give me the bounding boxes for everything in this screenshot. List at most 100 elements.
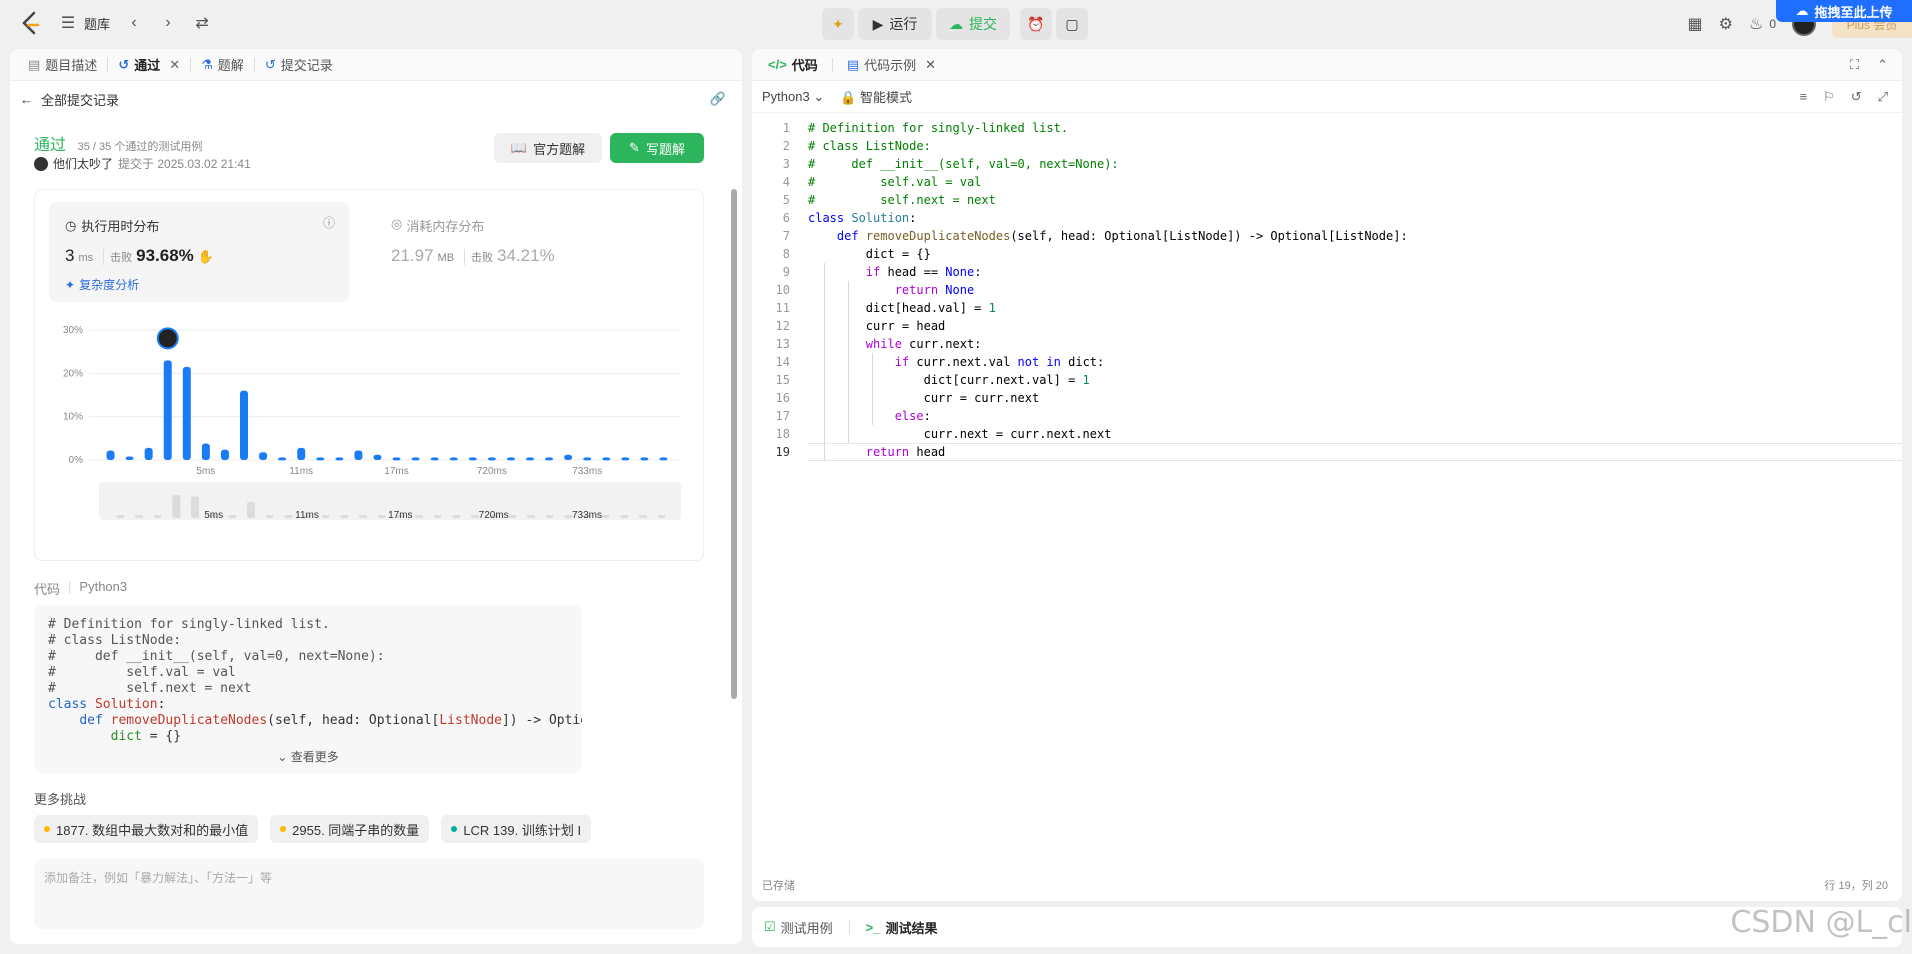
- chart-bar[interactable]: [220, 449, 229, 460]
- challenge-chip[interactable]: 1877. 数组中最大数对和的最小值: [34, 815, 259, 843]
- note-input[interactable]: 添加备注，例如「暴力解法」、「方法一」等: [34, 859, 704, 929]
- tab-code-example[interactable]: ▤ 代码示例 ✕: [841, 49, 942, 81]
- link-icon[interactable]: 🔗: [710, 91, 726, 107]
- chart-bar[interactable]: [125, 456, 134, 460]
- chart-bar[interactable]: [545, 457, 554, 461]
- memory-title-row[interactable]: ◎ 消耗内存分布: [391, 216, 484, 235]
- challenge-chip[interactable]: LCR 139. 训练计划 I: [441, 815, 592, 843]
- overview-bar: [340, 515, 349, 518]
- tab-accepted-label: 通过: [134, 58, 161, 73]
- arrow-left-icon[interactable]: ←: [20, 92, 33, 107]
- y-tick-label: 0%: [69, 455, 84, 466]
- smart-mode-toggle[interactable]: 🔒 智能模式: [840, 87, 912, 106]
- tab-test-result[interactable]: >_ 测试结果: [866, 918, 938, 937]
- overview-bar: [527, 515, 535, 518]
- code-editor[interactable]: 1 # Definition for singly-linked list. 2 #…: [752, 119, 1902, 839]
- fullscreen-icon[interactable]: ⛶: [1850, 57, 1859, 73]
- difficulty-dot: [280, 826, 287, 832]
- chart-bar[interactable]: [373, 454, 382, 460]
- memory-icon: ◎: [391, 216, 403, 231]
- chart-bar[interactable]: [602, 457, 611, 461]
- see-more-button[interactable]: ⌄ 查看更多: [34, 749, 582, 765]
- chart-bar[interactable]: [583, 457, 592, 461]
- chart-bar[interactable]: [468, 457, 477, 461]
- avatar[interactable]: [34, 156, 48, 171]
- chart-bar[interactable]: [182, 366, 191, 460]
- chart-bar[interactable]: [621, 457, 630, 461]
- problem-bank-button[interactable]: ☰ 题库: [58, 13, 110, 33]
- chart-bar[interactable]: [564, 454, 573, 460]
- chart-bar[interactable]: [449, 457, 458, 461]
- format-icon[interactable]: ≡: [1799, 89, 1807, 105]
- code-label-row: 代码 | Python3: [34, 579, 127, 598]
- doc-icon: ▤: [28, 56, 41, 72]
- code-line: 13 while curr.next:: [775, 337, 982, 351]
- collapse-icon[interactable]: ⌃: [1877, 57, 1888, 73]
- debug-button[interactable]: ✦: [822, 8, 854, 40]
- y-tick-label: 30%: [63, 325, 83, 336]
- chart-bar[interactable]: [487, 457, 496, 461]
- tab-testcase[interactable]: ☑ 测试用例: [764, 918, 833, 937]
- next-problem-icon[interactable]: ›: [158, 14, 178, 32]
- code-preview[interactable]: # Definition for singly-linked list. # c…: [34, 605, 582, 773]
- bookmark-icon[interactable]: ⚐: [1823, 89, 1835, 105]
- fire-icon[interactable]: ♨ 0: [1749, 14, 1776, 34]
- chart-bar[interactable]: [640, 457, 649, 461]
- reset-icon[interactable]: ↺: [1851, 89, 1862, 105]
- submit-label: 提交: [969, 16, 997, 32]
- runtime-chart[interactable]: 30% 20% 10% 0% 5ms 11ms 17ms 720ms 733ms 5ms 11ms 1…: [49, 310, 691, 550]
- prev-problem-icon[interactable]: ‹: [124, 14, 144, 32]
- tab-accepted[interactable]: ↺ 通过 ✕: [112, 49, 186, 81]
- language-select[interactable]: Python3 ⌄: [762, 89, 824, 105]
- expand-icon[interactable]: ⤢: [1878, 89, 1888, 105]
- chevron-down-icon: ⌄: [813, 88, 825, 104]
- leetcode-logo-icon[interactable]: [18, 10, 44, 36]
- info-icon[interactable]: ⓘ: [323, 214, 335, 231]
- chart-bar[interactable]: [392, 457, 401, 461]
- chevron-double-down-icon: ⌄: [277, 750, 288, 764]
- chart-bar[interactable]: [240, 390, 248, 460]
- chart-bar[interactable]: [430, 457, 439, 461]
- chart-bar[interactable]: [297, 447, 306, 460]
- scrollbar-thumb[interactable]: [731, 189, 737, 699]
- chart-bar[interactable]: [354, 450, 363, 460]
- complexity-link[interactable]: ✦ 复杂度分析: [65, 276, 139, 293]
- runtime-card[interactable]: ◷ 执行用时分布 ⓘ 3 ms 击败 93.68% ✋ ✦ 复杂度分析: [49, 202, 349, 302]
- memory-title: 消耗内存分布: [406, 219, 485, 234]
- chart-bar[interactable]: [106, 450, 115, 460]
- challenge-chip[interactable]: 2955. 同端子串的数量: [270, 815, 430, 843]
- upload-banner[interactable]: ☁ 拖拽至此上传: [1776, 0, 1912, 22]
- close-icon[interactable]: ✕: [925, 57, 936, 73]
- tab-code[interactable]: </> 代码: [762, 49, 824, 81]
- overview-bar: [153, 515, 162, 518]
- official-solution-button[interactable]: 📖 官方题解: [494, 133, 602, 163]
- submit-button[interactable]: ☁ 提交: [936, 8, 1010, 40]
- chart-bar[interactable]: [278, 457, 287, 461]
- layout-icon[interactable]: ▦: [1688, 14, 1703, 34]
- chart-bar[interactable]: [316, 457, 325, 461]
- chart-bar[interactable]: [163, 360, 172, 460]
- note-button[interactable]: ▢: [1056, 8, 1088, 40]
- chart-bar[interactable]: [411, 457, 420, 461]
- chart-bar[interactable]: [659, 457, 668, 461]
- run-button[interactable]: ▶ 运行: [858, 8, 932, 40]
- chart-bar[interactable]: [259, 452, 268, 460]
- close-icon[interactable]: ✕: [169, 57, 180, 73]
- write-solution-button[interactable]: ✎ 写题解: [610, 133, 704, 163]
- tab-submissions[interactable]: ↺ 提交记录: [259, 49, 339, 81]
- chart-bar[interactable]: [526, 457, 534, 461]
- chart-bar[interactable]: [506, 457, 515, 461]
- gear-icon[interactable]: ⚙: [1719, 14, 1733, 34]
- username[interactable]: 他们太吵了: [53, 155, 113, 172]
- tab-description[interactable]: ▤ 题目描述: [22, 49, 103, 81]
- x-tick-label: 11ms: [289, 466, 313, 477]
- all-submissions-link[interactable]: 全部提交记录: [41, 90, 119, 109]
- chart-bar[interactable]: [335, 457, 344, 461]
- tab-solutions[interactable]: ⚗ 题解: [195, 49, 250, 81]
- alarm-button[interactable]: ⏰: [1020, 8, 1052, 40]
- book-icon: 📖: [510, 140, 528, 155]
- chart-bar[interactable]: [201, 443, 210, 460]
- shuffle-icon[interactable]: ⇄: [192, 13, 212, 33]
- history-icon: ↺: [118, 56, 130, 72]
- chart-bar[interactable]: [144, 447, 153, 460]
